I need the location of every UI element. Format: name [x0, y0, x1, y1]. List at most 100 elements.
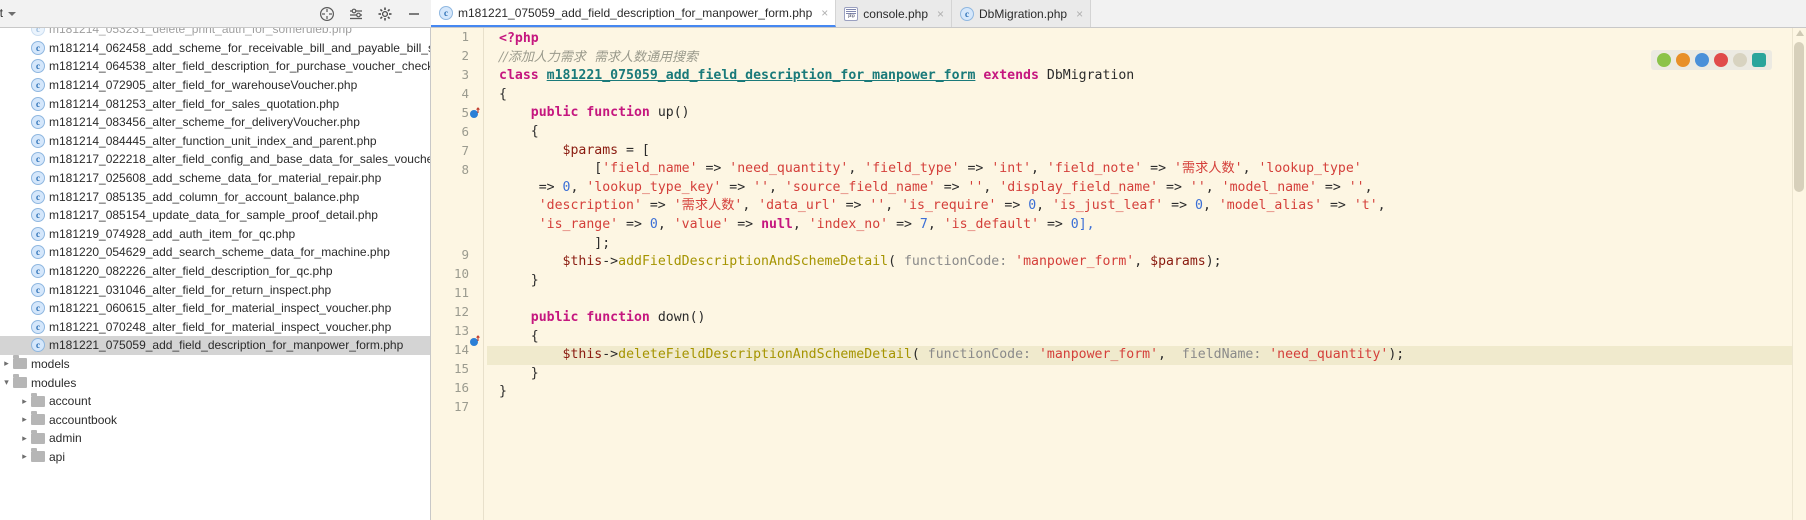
parent-class-name[interactable]: DbMigration — [1047, 68, 1134, 83]
collapse-all-icon[interactable] — [319, 6, 335, 22]
tree-item-file[interactable]: c m181221_070248_alter_field_for_materia… — [0, 318, 430, 337]
tree-item-file-selected[interactable]: c m181221_075059_add_field_description_f… — [0, 336, 430, 355]
tree-item-folder-modules[interactable]: ▾ modules — [0, 373, 430, 392]
chevron-right-icon[interactable]: ▸ — [18, 396, 31, 406]
chevron-right-icon[interactable]: ▸ — [0, 359, 13, 368]
code-line-1: <?php — [487, 30, 1806, 49]
tree-item-file[interactable]: c m181217_022218_alter_field_config_and_… — [0, 150, 430, 169]
inspection-icon-3[interactable] — [1695, 53, 1709, 67]
editor-gutter[interactable]: 1 2 3 4 5 6 7 8 9 10 11 12 13 14 15 16 1… — [431, 28, 487, 520]
tree-item-folder-accountbook[interactable]: ▸ accountbook — [0, 410, 430, 429]
class-name[interactable]: m181221_075059_add_field_description_for… — [547, 68, 976, 83]
tree-item-file[interactable]: c m181217_085154_update_data_for_sample_… — [0, 206, 430, 225]
method-call-addfielddescription[interactable]: addFieldDescriptionAndSchemeDetail — [618, 254, 888, 269]
tree-item-folder-api[interactable]: ▸ api — [0, 448, 430, 467]
chevron-down-icon[interactable]: ▾ — [0, 378, 13, 387]
array-close: ]; — [594, 235, 611, 251]
code-line-9: ]; — [487, 235, 1806, 254]
code-line-8-part1: ['field_name' => 'need_quantity', 'field… — [594, 161, 1362, 177]
method-name-down[interactable]: down() — [658, 310, 706, 325]
array-key: 'model_alias' — [1218, 198, 1323, 214]
php-class-icon: c — [31, 152, 45, 167]
php-class-icon: c — [31, 264, 45, 279]
folder-icon — [31, 448, 45, 463]
code-line-11: } — [487, 272, 1806, 291]
hide-panel-icon[interactable] — [406, 6, 422, 22]
inspection-icon-4[interactable] — [1714, 53, 1728, 67]
keyword-function: function — [586, 105, 650, 121]
tree-item-file[interactable]: c m181214_064538_alter_field_description… — [0, 57, 430, 76]
tree-item-file[interactable]: c m181214_081253_alter_field_for_sales_q… — [0, 94, 430, 113]
brace: { — [530, 123, 539, 139]
array-value: 'int' — [991, 161, 1032, 177]
tree-item-folder-models[interactable]: ▸ models — [0, 355, 430, 374]
tree-item-file[interactable]: c m181221_031046_alter_field_for_return_… — [0, 280, 430, 299]
line-number: 11 — [453, 285, 469, 300]
inspection-icon-1[interactable] — [1657, 53, 1671, 67]
php-class-icon: c — [31, 115, 45, 130]
tree-item-file[interactable]: c m181220_054629_add_search_scheme_data_… — [0, 243, 430, 262]
scrollbar-thumb[interactable] — [1794, 42, 1804, 192]
array-value: 0 — [1028, 198, 1037, 214]
brace: } — [530, 272, 539, 288]
tree-item-folder-account[interactable]: ▸ account — [0, 392, 430, 411]
chevron-right-icon[interactable]: ▸ — [18, 415, 31, 424]
close-icon[interactable]: × — [1076, 8, 1083, 20]
tree-item-file[interactable]: c m181220_082226_alter_field_description… — [0, 262, 430, 281]
keyword-public: public — [530, 105, 579, 121]
tree-item-file[interactable]: c m181214_084445_alter_function_unit_ind… — [0, 132, 430, 151]
code-folding-strip[interactable] — [483, 28, 484, 520]
method-override-icon[interactable] — [469, 107, 481, 119]
tree-item-label: m181220_054629_add_search_scheme_data_fo… — [49, 245, 390, 260]
param-hint: functionCode: — [927, 347, 1031, 363]
project-panel-header: ct — [0, 0, 431, 27]
code-editor[interactable]: 1 2 3 4 5 6 7 8 9 10 11 12 13 14 15 16 1… — [431, 28, 1806, 520]
editor-tab-console[interactable]: php console.php × — [836, 0, 953, 27]
inspection-icon-5[interactable] — [1733, 53, 1747, 67]
chevron-right-icon[interactable]: ▸ — [18, 433, 31, 443]
tree-item-folder-admin[interactable]: ▸ admin — [0, 429, 430, 448]
array-value: 't' — [1353, 198, 1378, 214]
tree-item-label: m181217_022218_alter_field_config_and_ba… — [49, 152, 430, 167]
tree-item-file[interactable]: c m181214_072905_alter_field_for_warehou… — [0, 76, 430, 95]
method-name-up[interactable]: up() — [658, 105, 690, 120]
close-icon[interactable]: × — [937, 8, 944, 20]
method-override-icon[interactable] — [469, 335, 481, 347]
tree-item-label: m181219_074928_add_auth_item_for_qc.php — [49, 226, 296, 241]
code-content[interactable]: <?php //添加人力需求 需求人数通用搜索 class m181221_07… — [487, 28, 1806, 520]
settings-sliders-icon[interactable] — [348, 6, 364, 22]
inspection-widget[interactable] — [1651, 50, 1772, 70]
settings-gear-icon[interactable] — [377, 6, 393, 22]
php-class-icon: c — [31, 28, 45, 37]
array-key: 'lookup_type' — [1258, 161, 1362, 177]
tree-item-file[interactable]: c m181219_074928_add_auth_item_for_qc.ph… — [0, 225, 430, 244]
chevron-right-icon[interactable]: ▸ — [18, 452, 31, 461]
tree-item-file[interactable]: c m181217_025608_add_scheme_data_for_mat… — [0, 169, 430, 188]
scroll-up-arrow-icon[interactable] — [1796, 30, 1804, 36]
arrow-operator: -> — [602, 347, 619, 363]
code-line-15: $this->deleteFieldDescriptionAndSchemeDe… — [487, 346, 1806, 365]
editor-tab-dbmigration[interactable]: c DbMigration.php × — [952, 0, 1092, 27]
close-icon[interactable]: × — [821, 7, 828, 19]
chevron-down-icon[interactable] — [7, 11, 16, 16]
inspection-icon-6[interactable] — [1752, 53, 1766, 67]
project-tree[interactable]: c m181214_053231_delete_print_auth_for_s… — [0, 28, 431, 520]
array-key: 'value' — [673, 216, 730, 232]
editor-tab-manpower-form[interactable]: c m181221_075059_add_field_description_f… — [431, 0, 837, 27]
tree-item-label: accountbook — [49, 412, 118, 427]
code-line-3: class m181221_075059_add_field_descripti… — [487, 67, 1806, 86]
tree-item-file[interactable]: c m181217_085135_add_column_for_account_… — [0, 187, 430, 206]
brace: { — [530, 328, 539, 344]
tree-item-file[interactable]: c m181214_062458_add_scheme_for_receivab… — [0, 39, 430, 58]
inspection-icon-2[interactable] — [1676, 53, 1690, 67]
tree-item-file[interactable]: c m181214_083456_alter_scheme_for_delive… — [0, 113, 430, 132]
method-call-deletefielddescription[interactable]: deleteFieldDescriptionAndSchemeDetail — [618, 347, 912, 362]
line-number: 6 — [461, 124, 469, 139]
tree-item-file[interactable]: c m181221_060615_alter_field_for_materia… — [0, 299, 430, 318]
line-number: 8 — [461, 162, 469, 177]
array-key: 'description' — [538, 198, 642, 214]
array-value: 0], — [1070, 216, 1095, 232]
editor-scrollbar[interactable] — [1792, 28, 1806, 520]
tree-item-label: m181221_031046_alter_field_for_return_in… — [49, 282, 332, 297]
tree-item-file[interactable]: c m181214_053231_delete_print_auth_for_s… — [0, 28, 430, 39]
